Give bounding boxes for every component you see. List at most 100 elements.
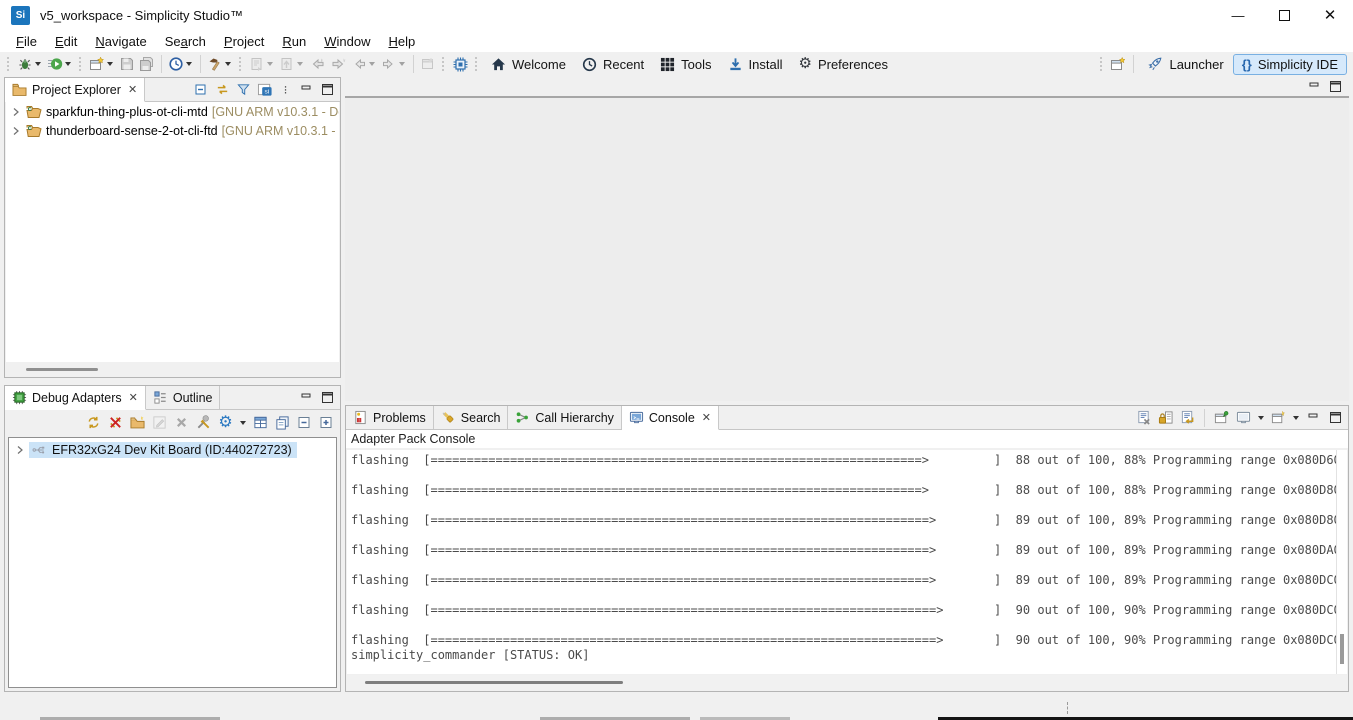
expand-all-button[interactable] [317, 413, 336, 432]
back-history-caret[interactable] [369, 62, 375, 66]
close-tab-icon[interactable]: ✕ [128, 83, 137, 96]
maximize-view-button[interactable] [1326, 408, 1345, 427]
save-all-button[interactable] [137, 53, 157, 75]
maximize-view-button[interactable] [318, 80, 337, 99]
table-view-button[interactable] [251, 413, 270, 432]
console-hscrollbar[interactable] [347, 675, 1347, 690]
close-window-button[interactable]: ✕ [1307, 0, 1353, 30]
update-dropdown-caret[interactable] [186, 62, 192, 66]
close-tab-icon[interactable]: ✕ [702, 411, 711, 424]
expand-chevron-icon[interactable] [11, 126, 21, 136]
menu-edit[interactable]: Edit [46, 32, 86, 51]
preferences-button[interactable]: ⚙ Preferences [790, 53, 896, 75]
project-row[interactable]: csparkfun-thing-plus-ot-cli-mtd[GNU ARM … [6, 102, 339, 121]
menu-help[interactable]: Help [379, 32, 424, 51]
scrollbar-thumb[interactable] [365, 681, 623, 684]
si-view-button[interactable]: si [255, 80, 274, 99]
maximize-view-button[interactable] [1326, 77, 1345, 96]
minimize-window-button[interactable]: — [1215, 0, 1261, 30]
close-tab-icon[interactable]: ✕ [129, 391, 138, 404]
display-console-caret[interactable] [1258, 416, 1264, 420]
last-edit-back-button-disabled[interactable] [307, 53, 328, 75]
new-wizard-dropdown-caret[interactable] [107, 62, 113, 66]
build-dropdown-caret[interactable] [225, 62, 231, 66]
forward-history-button-disabled[interactable] [379, 53, 409, 75]
scroll-lock-button[interactable] [1156, 408, 1175, 427]
project-row[interactable]: cthunderboard-sense-2-ot-cli-ftd[GNU ARM… [6, 121, 339, 140]
perspective-launcher-button[interactable]: Launcher [1138, 53, 1232, 75]
adapter-settings-button[interactable]: ⚙ [216, 413, 235, 432]
update-project-dropdown-caret[interactable] [297, 62, 303, 66]
pin-editor-button-disabled[interactable] [418, 53, 438, 75]
tools-button[interactable]: Tools [652, 53, 719, 75]
next-edit-forward-button-disabled[interactable] [328, 53, 349, 75]
new-wizard-button[interactable] [87, 53, 117, 75]
maximize-view-button[interactable] [318, 388, 337, 407]
perspective-simplicity-ide-button[interactable]: {} Simplicity IDE [1233, 54, 1347, 75]
scrollbar-thumb[interactable] [26, 368, 98, 371]
commit-button-disabled[interactable] [247, 53, 277, 75]
console-output[interactable]: flashing [==============================… [347, 450, 1336, 674]
adapter-settings-caret[interactable] [240, 421, 246, 425]
expand-chevron-icon[interactable] [15, 445, 25, 455]
update-software-button[interactable] [166, 53, 196, 75]
new-group-button[interactable] [128, 413, 147, 432]
recent-button[interactable]: Recent [574, 53, 652, 75]
build-button[interactable] [205, 53, 235, 75]
menu-project[interactable]: Project [215, 32, 273, 51]
select-device-button[interactable] [450, 53, 471, 75]
display-selected-console-button[interactable] [1234, 408, 1253, 427]
debug-button[interactable] [15, 53, 45, 75]
open-console-caret[interactable] [1293, 416, 1299, 420]
commit-dropdown-caret[interactable] [267, 62, 273, 66]
pin-console-button[interactable] [1212, 408, 1231, 427]
menu-run[interactable]: Run [273, 32, 315, 51]
disconnect-adapter-button[interactable] [106, 413, 125, 432]
activate-on-output-button[interactable] [1178, 408, 1197, 427]
menu-navigate[interactable]: Navigate [86, 32, 155, 51]
debug-dropdown-caret[interactable] [35, 62, 41, 66]
tab-outline[interactable]: Outline [146, 386, 221, 409]
tab-problems[interactable]: ! Problems [346, 406, 434, 429]
open-perspective-button[interactable] [1108, 53, 1129, 75]
minimize-view-button[interactable] [297, 388, 316, 407]
project-explorer-hscrollbar[interactable] [6, 362, 339, 376]
expand-chevron-icon[interactable] [11, 107, 21, 117]
view-menu-button[interactable]: ⁝ [276, 80, 295, 99]
menu-window[interactable]: Window [315, 32, 379, 51]
update-project-button-disabled[interactable] [277, 53, 307, 75]
minimize-view-button[interactable] [297, 80, 316, 99]
rename-adapter-button-disabled[interactable] [150, 413, 169, 432]
tab-console[interactable]: Console ✕ [622, 406, 719, 430]
adapter-tools-button[interactable] [194, 413, 213, 432]
minimize-view-button[interactable] [1305, 77, 1324, 96]
tab-call-hierarchy[interactable]: Call Hierarchy [508, 406, 622, 429]
maximize-window-button[interactable] [1261, 0, 1307, 30]
delete-adapter-button-disabled[interactable] [172, 413, 191, 432]
tab-search[interactable]: Search [434, 406, 509, 429]
minimize-view-icon [301, 393, 312, 403]
adapter-row[interactable]: EFR32xG24 Dev Kit Board (ID:440272723) [9, 440, 336, 460]
console-vscrollbar[interactable] [1336, 450, 1347, 674]
menu-search[interactable]: Search [156, 32, 215, 51]
copy-view-button[interactable] [273, 413, 292, 432]
collapse-all-button[interactable] [192, 80, 211, 99]
connect-adapter-button[interactable] [84, 413, 103, 432]
welcome-button[interactable]: Welcome [483, 53, 574, 75]
tab-project-explorer[interactable]: Project Explorer ✕ [5, 78, 145, 102]
scrollbar-thumb[interactable] [1340, 634, 1344, 664]
run-dropdown-caret[interactable] [65, 62, 71, 66]
link-with-editor-button[interactable] [213, 80, 232, 99]
filter-button[interactable] [234, 80, 253, 99]
menu-file[interactable]: File [7, 32, 46, 51]
run-button[interactable] [45, 53, 75, 75]
minimize-view-button[interactable] [1304, 408, 1323, 427]
back-history-button-disabled[interactable] [349, 53, 379, 75]
collapse-all-button[interactable] [295, 413, 314, 432]
save-button[interactable] [117, 53, 137, 75]
clear-console-button[interactable] [1134, 408, 1153, 427]
open-console-button[interactable] [1269, 408, 1288, 427]
forward-history-caret[interactable] [399, 62, 405, 66]
install-button[interactable]: Install [720, 53, 791, 75]
tab-debug-adapters[interactable]: Debug Adapters ✕ [5, 386, 146, 410]
